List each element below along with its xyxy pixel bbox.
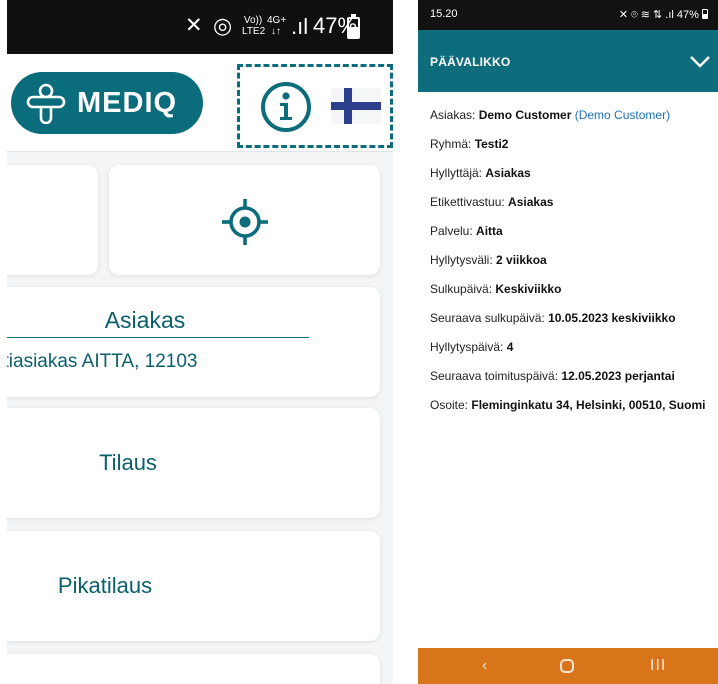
- info-value: Keskiviikko: [495, 282, 562, 296]
- info-row-closing-day: Sulkupäivä: Keskiviikko: [430, 282, 710, 297]
- brand-logo: MEDIQ: [11, 72, 203, 134]
- info-row-shelving-day: Hyllytyspäivä: 4: [430, 340, 710, 355]
- logo-text: MEDIQ: [77, 86, 178, 119]
- info-label: Etikettivastuu:: [430, 195, 509, 209]
- info-label: Ryhmä:: [430, 137, 475, 151]
- status-bar: ✕ ◎ Vo)) LTE2 4G+ ↓↑ .ıl 47%: [7, 0, 393, 54]
- network-top: 4G+: [267, 15, 287, 26]
- info-label: Seuraava sulkupäivä:: [430, 311, 549, 325]
- customer-info-list: Asiakas: Demo Customer (Demo Customer) R…: [430, 108, 710, 427]
- info-value: Testi2: [474, 137, 509, 151]
- info-value: Aitta: [476, 224, 503, 238]
- main-menu-header[interactable]: PÄÄVALIKKO: [418, 30, 718, 92]
- customer-card-title: Asiakas: [104, 307, 186, 333]
- chevron-down-icon[interactable]: [688, 49, 712, 73]
- home-button[interactable]: [560, 659, 574, 673]
- info-label: Asiakas:: [430, 108, 479, 122]
- info-value: Asiakas: [485, 166, 531, 180]
- info-label: Hyllytyspäivä:: [430, 340, 507, 354]
- status-bar: 15.20 ✕ ⌾ ≋ ⇅ .ıl 47%: [418, 0, 718, 30]
- status-icons: ✕ ⌾ ≋ ⇅ .ıl 47%: [619, 8, 708, 22]
- main-menu-title: PÄÄVALIKKO: [430, 55, 511, 69]
- info-row-shelving-interval: Hyllytysväli: 2 viikkoa: [430, 253, 710, 268]
- app-header: MEDIQ: [7, 54, 393, 152]
- info-value: 2 viikkoa: [496, 253, 547, 267]
- info-value: 12.05.2023 perjantai: [561, 369, 675, 383]
- info-row-service: Palvelu: Aitta: [430, 224, 710, 239]
- status-icons-text: ✕ ⌾ ≋ ⇅ .ıl 47%: [618, 9, 699, 21]
- info-label: Hyllytysväli:: [430, 253, 497, 267]
- order-card[interactable]: Tilaus: [7, 408, 380, 518]
- info-label: Seuraava toimituspäivä:: [430, 369, 562, 383]
- volte-top: Vo)): [243, 15, 263, 26]
- customer-link[interactable]: (Demo Customer): [571, 108, 670, 122]
- info-row-address: Osoite: Fleminginkatu 34, Helsinki, 0051…: [430, 398, 710, 413]
- info-row-group: Ryhmä: Testi2: [430, 137, 710, 152]
- customer-card-subtitle: stiasiakas AITTA, 12103: [7, 351, 198, 372]
- mute-icon: ✕: [185, 14, 203, 37]
- zoomed-app-view: ✕ ◎ Vo)) LTE2 4G+ ↓↑ .ıl 47% MEDIQ Asiak…: [7, 0, 393, 684]
- network-bottom: ↓↑: [271, 26, 281, 37]
- info-label: Hyllyttäjä:: [430, 166, 486, 180]
- network-indicator: 4G+ ↓↑: [267, 15, 287, 37]
- recent-apps-button[interactable]: III: [650, 656, 666, 676]
- volte-indicator: Vo)) LTE2: [242, 15, 266, 37]
- menu-card-next[interactable]: [7, 654, 380, 684]
- battery-icon: [702, 9, 708, 19]
- customer-card[interactable]: Asiakas stiasiakas AITTA, 12103: [7, 287, 380, 397]
- back-button[interactable]: ‹: [482, 656, 487, 676]
- signal-icon: .ıl: [291, 14, 309, 39]
- info-value: Demo Customer: [478, 108, 572, 122]
- info-row-next-closing-day: Seuraava sulkupäivä: 10.05.2023 keskivii…: [430, 311, 710, 326]
- info-value: Asiakas: [508, 195, 554, 209]
- quick-order-card-label: Pikatilaus: [57, 573, 153, 598]
- info-value: Fleminginkatu 34, Helsinki, 00510, Suomi: [471, 398, 706, 412]
- hotspot-icon: ◎: [213, 13, 233, 38]
- menu-card-left[interactable]: [7, 165, 98, 275]
- logo-mark-icon: [26, 83, 66, 124]
- info-label: Sulkupäivä:: [430, 282, 496, 296]
- order-card-label: Tilaus: [99, 450, 157, 475]
- info-value: 4: [506, 340, 514, 354]
- quick-order-card[interactable]: Pikatilaus: [7, 531, 380, 641]
- info-row-customer: Asiakas: Demo Customer (Demo Customer): [430, 108, 710, 123]
- system-nav-bar: ‹ III: [418, 648, 718, 684]
- info-value: 10.05.2023 keskiviikko: [548, 311, 676, 325]
- locate-card[interactable]: [109, 165, 380, 275]
- info-icon[interactable]: [259, 80, 313, 134]
- finnish-flag-icon[interactable]: [331, 88, 381, 124]
- info-label: Osoite:: [430, 398, 472, 412]
- info-row-shelver: Hyllyttäjä: Asiakas: [430, 166, 710, 181]
- volte-bottom: LTE2: [242, 26, 266, 37]
- info-row-label-responsibility: Etikettivastuu: Asiakas: [430, 195, 710, 210]
- clock: 15.20: [430, 8, 458, 20]
- info-row-next-delivery-day: Seuraava toimituspäivä: 12.05.2023 perja…: [430, 369, 710, 384]
- battery-icon: [347, 14, 360, 39]
- phone-screen: 15.20 ✕ ⌾ ≋ ⇅ .ıl 47% PÄÄVALIKKO Asiakas…: [418, 0, 718, 684]
- info-label: Palvelu:: [430, 224, 477, 238]
- divider: [7, 337, 309, 338]
- crosshair-icon: [222, 199, 268, 245]
